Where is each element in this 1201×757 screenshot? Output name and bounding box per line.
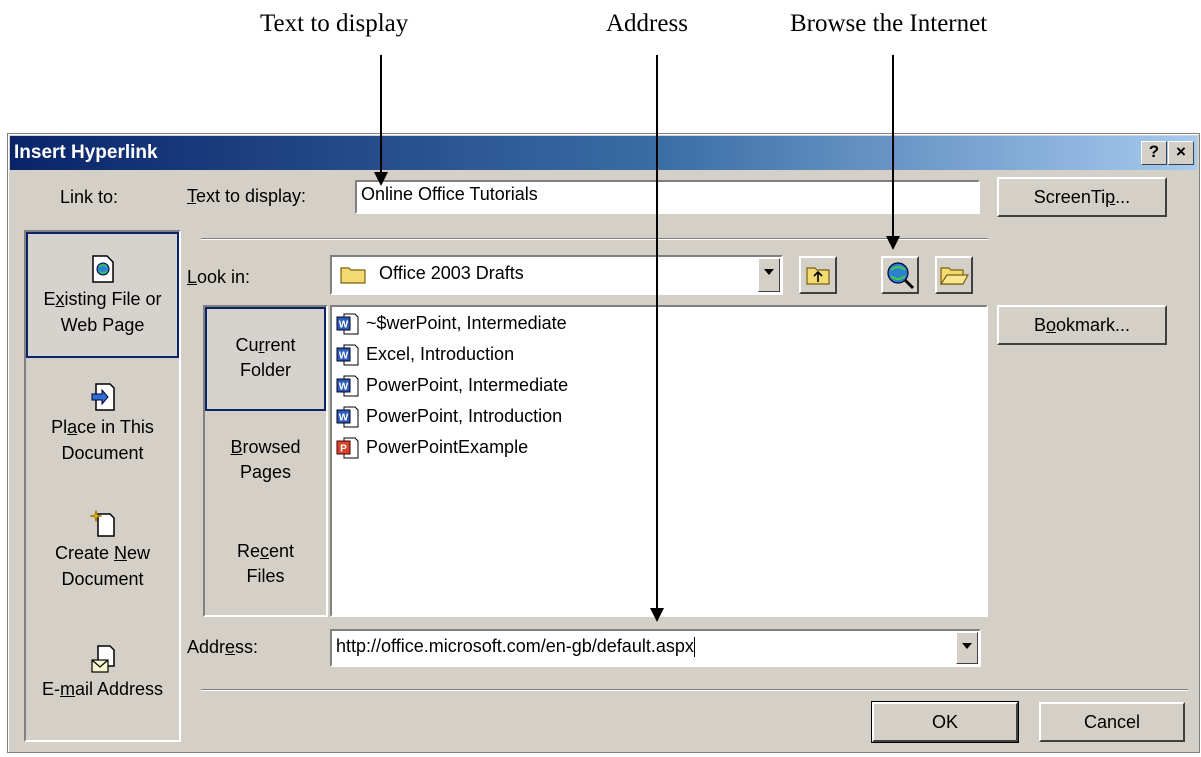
browse-for-file-button[interactable] (935, 256, 973, 294)
dialog-title: Insert Hyperlink (14, 142, 158, 163)
link-email-address[interactable]: E-mail Address (26, 644, 179, 724)
address-combo[interactable]: http://office.microsoft.com/en-gb/defaul… (330, 629, 981, 667)
svg-text:W: W (339, 320, 349, 331)
address-input[interactable]: http://office.microsoft.com/en-gb/defaul… (336, 636, 694, 656)
file-list: W ~$werPoint, Intermediate W Excel, Intr… (330, 305, 988, 617)
address-label: Address: (187, 637, 259, 657)
annotation-text-to-display: Text to display (260, 10, 409, 37)
svg-text:W: W (339, 351, 349, 362)
link-to-bar: Existing File or Web Page Place in This … (24, 230, 181, 742)
word-document-icon: W (336, 313, 359, 335)
list-item[interactable]: P PowerPointExample (336, 433, 528, 461)
nav-current-folder[interactable]: Current Folder (205, 307, 326, 411)
new-document-icon (89, 509, 115, 537)
browse-web-icon (887, 262, 915, 290)
text-to-display-label: Text to display: (187, 186, 307, 206)
list-item[interactable]: W ~$werPoint, Intermediate (336, 309, 567, 337)
insert-hyperlink-dialog: Insert Hyperlink ? × Link to: Existing F… (7, 133, 1200, 753)
list-item[interactable]: W PowerPoint, Introduction (336, 402, 562, 430)
up-folder-icon (806, 267, 830, 285)
text-to-display-input[interactable]: Online Office Tutorials (355, 180, 980, 214)
svg-text:W: W (339, 382, 349, 393)
separator-bottom (201, 689, 1188, 691)
look-in-label: Look in: (187, 267, 251, 287)
folder-icon (340, 267, 366, 284)
look-in-dropdown-button[interactable] (758, 258, 780, 292)
browse-navigation: Current Folder Browsed Pages Recent File… (203, 305, 328, 617)
existing-file-icon (91, 255, 114, 283)
screentip-button[interactable]: ScreenTip... (997, 177, 1167, 217)
word-document-icon: W (336, 375, 359, 397)
help-button[interactable]: ? (1141, 141, 1167, 165)
separator-top (201, 238, 988, 240)
annotation-browse-the-internet: Browse the Internet (790, 10, 988, 37)
title-bar: Insert Hyperlink ? × (10, 136, 1197, 170)
open-folder-icon (939, 267, 970, 285)
link-create-new-document[interactable]: Create New Document (26, 508, 179, 608)
svg-text:P: P (340, 444, 347, 455)
link-existing-file-or-web-page[interactable]: Existing File or Web Page (26, 232, 179, 358)
text-caret (693, 637, 695, 658)
annotation-address: Address (606, 10, 688, 37)
word-document-icon: W (336, 406, 359, 428)
up-one-folder-button[interactable] (799, 256, 837, 294)
email-icon (90, 645, 115, 673)
powerpoint-document-icon: P (336, 437, 359, 459)
close-button[interactable]: × (1168, 141, 1194, 165)
nav-recent-files[interactable]: Recent Files (205, 539, 326, 599)
cancel-button[interactable]: Cancel (1039, 702, 1185, 742)
browse-the-web-button[interactable] (881, 256, 919, 294)
list-item[interactable]: W PowerPoint, Intermediate (336, 371, 568, 399)
look-in-combo[interactable]: Office 2003 Drafts (330, 255, 783, 295)
place-in-document-icon (91, 383, 115, 411)
nav-browsed-pages[interactable]: Browsed Pages (205, 435, 326, 495)
link-to-label: Link to: (60, 187, 119, 207)
list-item[interactable]: W Excel, Introduction (336, 340, 514, 368)
bookmark-button[interactable]: Bookmark... (997, 305, 1167, 345)
address-dropdown-button[interactable] (956, 632, 978, 664)
word-document-icon: W (336, 344, 359, 366)
svg-text:W: W (339, 413, 349, 424)
link-place-in-this-document[interactable]: Place in This Document (26, 382, 179, 482)
ok-button[interactable]: OK (871, 701, 1019, 743)
